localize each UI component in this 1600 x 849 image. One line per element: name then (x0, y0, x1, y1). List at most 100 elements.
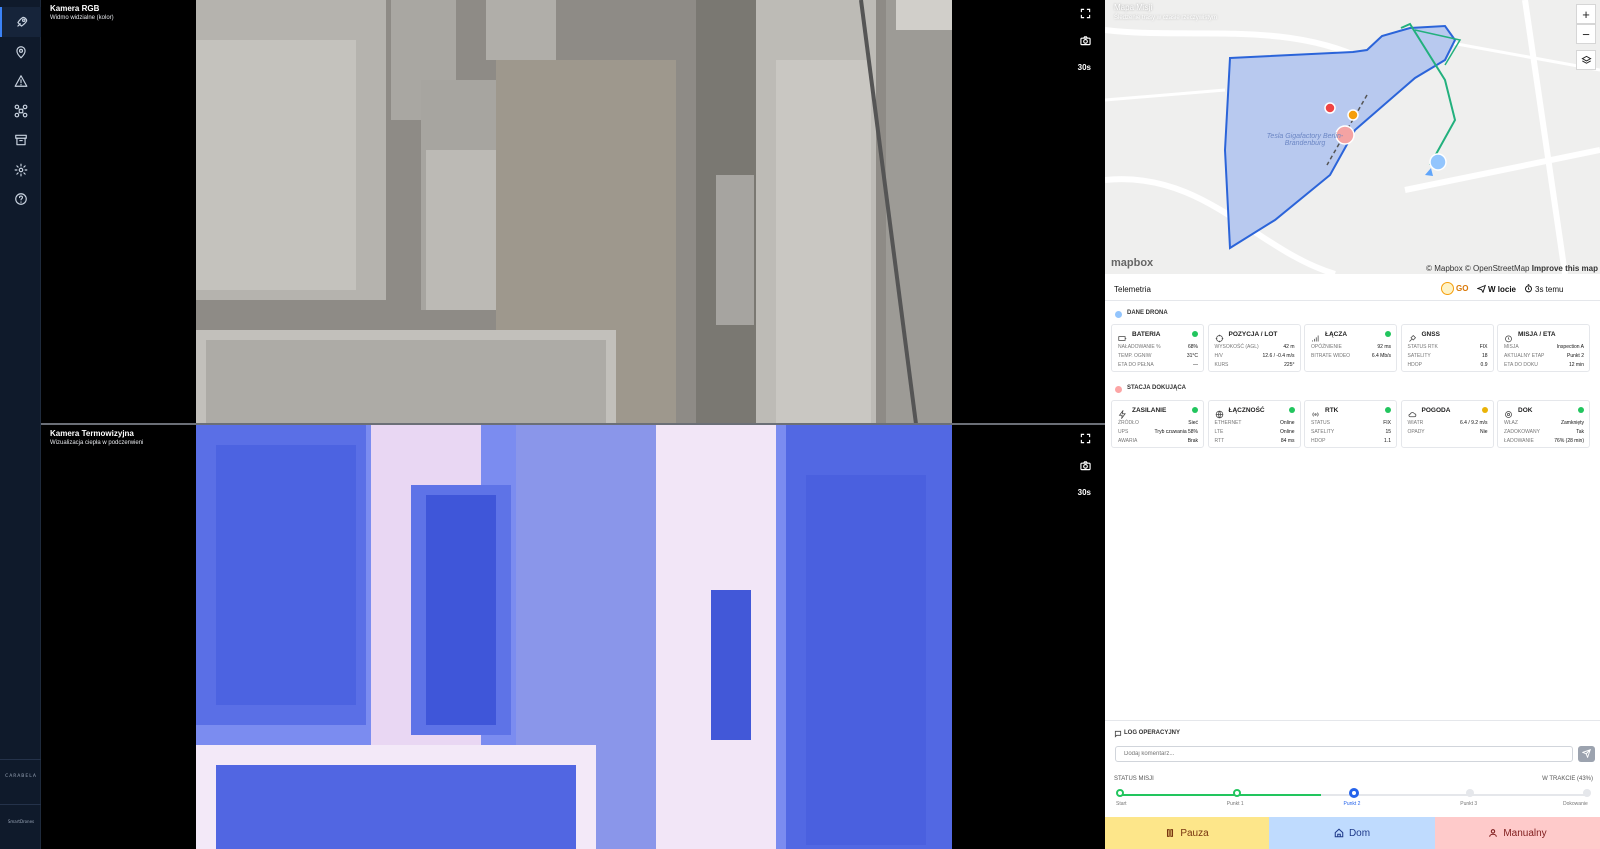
waypoint-start[interactable] (1116, 789, 1124, 797)
row-value: Tryb czuwania 58% (1154, 429, 1198, 435)
dock-icon (1504, 406, 1513, 418)
card-row: ŁADOWANIE 76% (28 min) (1504, 438, 1584, 447)
card-title: RTK (1325, 407, 1339, 414)
map-title: Mapa Misji (1114, 3, 1153, 12)
waypoint-label: Punkt 3 (1460, 801, 1478, 807)
row-label: MISJA (1504, 344, 1519, 350)
manual-button[interactable]: Manualny (1435, 817, 1600, 849)
card-row (1311, 362, 1391, 371)
rgb-camera-subtitle: Widmo widzialne (kolor) (50, 15, 114, 21)
row-value: Sieć (1188, 420, 1198, 426)
row-label: WIATR (1407, 420, 1424, 426)
mapbox-logo[interactable]: mapbox (1111, 257, 1153, 269)
card-title: POGODA (1421, 407, 1451, 414)
drone-card-pozycja-lot: POZYCJA / LOT WYSOKOŚĆ (AGL) 42 m H/V 12.6 /… (1207, 324, 1301, 372)
row-label: WŁAZ (1504, 420, 1518, 426)
rgb-fullscreen-button[interactable] (1080, 8, 1091, 21)
mission-map[interactable]: Mapa Misji Śledzenie trasy w czasie rzec… (1105, 0, 1600, 274)
go-status-badge: GO (1456, 284, 1469, 293)
zoom-out-button[interactable]: − (1576, 24, 1596, 44)
row-value: Tak (1576, 429, 1584, 435)
status-indicator (1481, 407, 1488, 413)
help-icon (14, 193, 27, 205)
thermal-camera-panel: Kamera Termowizyjna Wizualizacja ciepła … (41, 425, 1105, 849)
sidebar-item-alerts[interactable] (0, 66, 41, 96)
drone-card-misja-eta: MISJA / ETA MISJA Inspection A AKTUALNY ETA… (1497, 324, 1590, 372)
waypoint-dokowanie[interactable] (1583, 789, 1591, 797)
gear-icon (14, 163, 27, 177)
row-value: — (1193, 362, 1198, 368)
waypoint-marker[interactable] (1347, 109, 1359, 121)
row-value: 6.4 Mb/s (1371, 353, 1391, 359)
send-comment-button[interactable] (1578, 746, 1595, 762)
sidebar-item-missions[interactable] (0, 7, 41, 37)
row-label: H/V (1214, 353, 1223, 359)
sidebar-item-map[interactable] (0, 37, 41, 67)
row-value: 1.1 (1384, 438, 1391, 444)
brand-logo-bottom: SmartDrones (7, 819, 35, 824)
rgb-snapshot-button[interactable] (1080, 35, 1091, 48)
thermal-video-feed[interactable] (196, 425, 952, 849)
thermal-interval-button[interactable]: 30s (1078, 488, 1091, 497)
row-label: HDOP (1311, 438, 1326, 444)
rgb-interval-button[interactable]: 30s (1078, 63, 1091, 72)
rgb-video-feed[interactable] (196, 0, 952, 424)
waypoint-punkt-2[interactable] (1348, 788, 1359, 798)
telemetry-title: Telemetria (1114, 285, 1151, 294)
card-row: WYSOKOŚĆ (AGL) 42 m (1215, 344, 1295, 353)
row-value: 42 m (1283, 344, 1295, 350)
home-button[interactable]: Dom (1269, 817, 1435, 849)
layers-button[interactable] (1576, 50, 1596, 70)
sidebar: CARABELA SmartDrones (0, 0, 41, 849)
status-indicator (1578, 407, 1584, 413)
waypoint-marker[interactable] (1324, 102, 1336, 114)
brand-logo-top: CARABELA (5, 774, 37, 779)
thermal-fullscreen-button[interactable] (1080, 433, 1091, 446)
comment-input[interactable] (1115, 746, 1573, 762)
card-row: SATELITY 15 (1311, 429, 1391, 438)
timer-icon (1504, 330, 1513, 343)
card-title: ŁĄCZNOŚĆ (1228, 407, 1265, 414)
pause-button[interactable]: Pauza (1105, 817, 1269, 849)
improve-map-link[interactable]: Improve this map (1532, 264, 1598, 273)
drone-card-gnss: GNSS STATUS RTK FIX SATELITY 18 HDOP 0.9 (1400, 324, 1494, 372)
row-value: 12.6 / -0.4 m/s (1262, 353, 1295, 359)
row-label: SATELITY (1407, 353, 1431, 359)
card-row: ZADOKOWANY Tak (1504, 429, 1584, 438)
sidebar-divider (0, 759, 41, 760)
rgb-camera-title: Kamera RGB (50, 4, 100, 13)
waypoint-punkt-1[interactable] (1232, 789, 1241, 797)
card-title: GNSS (1421, 331, 1440, 338)
zoom-in-button[interactable]: + (1576, 4, 1596, 24)
row-label: ETHERNET (1214, 420, 1242, 426)
drone-icon (14, 104, 27, 118)
card-row: TEMP. OGNIW 31°C (1118, 353, 1198, 362)
card-title: DOK (1518, 407, 1533, 414)
battery-icon (1118, 330, 1127, 341)
card-row: UPS Tryb czuwania 58% (1118, 429, 1198, 438)
row-value: Punkt 2 (1567, 353, 1584, 359)
row-label: AKTUALNY ETAP (1504, 353, 1545, 359)
map-canvas (1105, 0, 1600, 274)
row-value: 76% (28 min) (1554, 438, 1584, 444)
dock-marker[interactable] (1429, 153, 1447, 171)
expand-icon (1080, 433, 1091, 444)
mission-track-fill (1120, 794, 1321, 796)
sidebar-item-help[interactable] (0, 184, 41, 214)
sidebar-item-archive[interactable] (0, 125, 41, 155)
thermal-snapshot-button[interactable] (1080, 460, 1091, 473)
sidebar-item-drones[interactable] (0, 96, 41, 126)
row-label: KURS (1214, 362, 1229, 368)
attribution-text[interactable]: © Mapbox © OpenStreetMap (1426, 264, 1529, 273)
row-value: 15 (1385, 429, 1391, 435)
sidebar-item-settings[interactable] (0, 155, 41, 185)
row-value: Inspection A (1556, 344, 1584, 350)
app-root: CARABELA SmartDrones Kamera RGB Widmo wi… (0, 0, 1600, 849)
archive-icon (14, 134, 27, 146)
row-value: 6.4 / 9.2 m/s (1459, 420, 1488, 426)
card-row: ETHERNET Online (1215, 420, 1295, 429)
status-indicator (1192, 407, 1198, 413)
card-title: BATERIA (1132, 331, 1161, 338)
row-value: 18 (1481, 353, 1488, 359)
card-row: MISJA Inspection A (1504, 344, 1584, 353)
